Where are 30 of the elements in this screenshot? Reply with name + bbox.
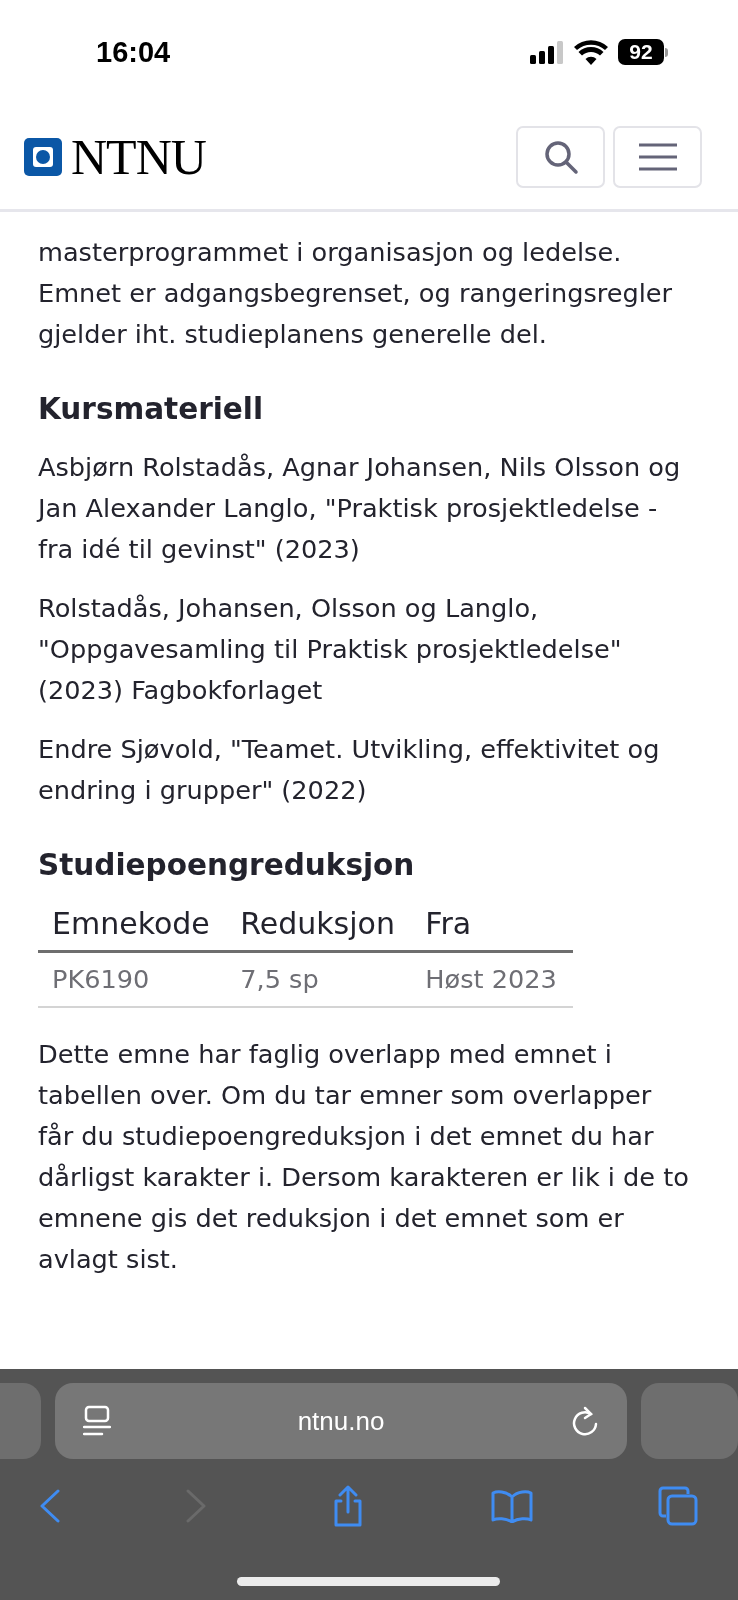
section-heading: Kursmateriell [38,391,265,428]
url-text: ntnu.no [297,1404,385,1438]
paragraph-text: masterprogrammet i organisasjon og ledelse. Emnet er adgangsbegrenset, og rangeringsregler gjelder iht. studieplanens generelle del. [38,236,674,351]
reload-icon [571,1406,600,1436]
column-header: Reduksjon [226,903,412,952]
signal-icon [530,40,564,64]
status-time: 16:04 [96,35,171,71]
table-cell: 7,5 sp [226,951,412,1007]
section-heading: Studiepoengreduksjon [38,847,416,884]
logo-text: NTNU [71,131,206,182]
tabs-icon[interactable] [658,1486,698,1526]
menu-button[interactable] [613,125,702,188]
paragraph-text: Endre Sjøvold, "Teamet. Utvikling, effektivitet og endring i grupper" (2022) [38,733,661,807]
search-button[interactable] [516,125,605,188]
back-icon[interactable] [40,1489,60,1523]
paragraph-text: Dette emne har faglig overlapp med emnet i tabellen over. Om du tar emner som overlapper får du studiepoengreduksjon i det emnet du har dårligst karakter i. Dersom karakteren er lik i de to emnene gis det reduksjon i det emnet som er avlagt sist. [38,1038,690,1276]
reader-icon [82,1405,111,1437]
book-icon[interactable] [490,1489,533,1523]
battery-level: 92 [618,39,664,65]
wifi-icon [574,39,608,65]
table-cell: PK6190 [38,951,227,1007]
column-header: Fra [411,903,573,952]
paragraph-text: Asbjørn Rolstadås, Agnar Johansen, Nils Olsson og Jan Alexander Langlo, "Praktisk prosjektledelse - fra idé til gevinst" (2023) [38,451,682,566]
menu-icon [638,141,677,172]
address-bar[interactable]: ntnu.no [54,1383,628,1459]
paragraph-text: Rolstadås, Johansen, Olsson og Langlo, "Oppgavesamling til Praktisk prosjektledelse" (2023) Fagbokforlaget [38,592,623,707]
tab-preview[interactable] [641,1383,738,1459]
table-cell: Høst 2023 [411,951,573,1007]
logo-icon [24,137,62,176]
column-header: Emnekode [38,903,227,952]
